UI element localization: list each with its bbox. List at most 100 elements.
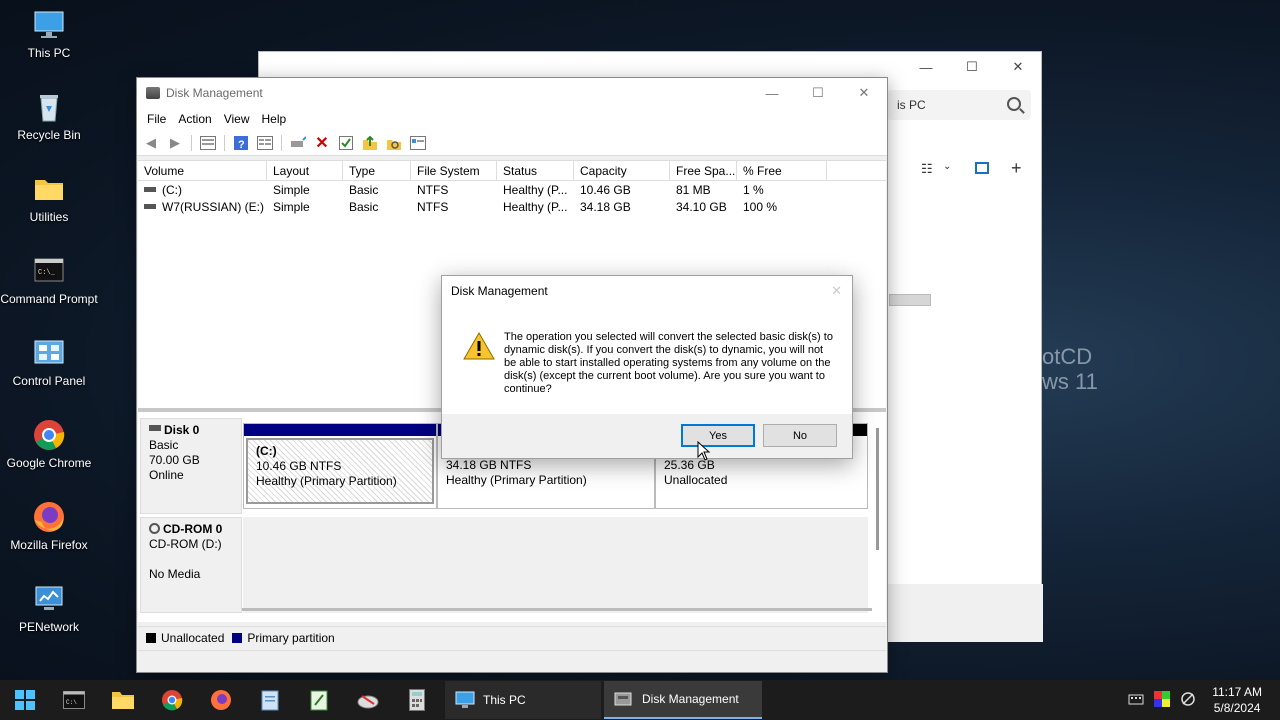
explorer-search-box[interactable]: is PC	[887, 90, 1031, 120]
taskbar-disk-tool[interactable]	[343, 680, 392, 720]
table-row[interactable]: W7(RUSSIAN) (E:) Simple Basic NTFS Healt…	[138, 198, 886, 215]
desktop-icon-this-pc[interactable]: This PC	[0, 8, 98, 61]
system-tray: 11:17 AM 5/8/2024	[1128, 680, 1280, 720]
folder-search-icon[interactable]	[384, 133, 404, 153]
disk-0-label[interactable]: Disk 0 Basic 70.00 GB Online	[140, 418, 242, 514]
taskbar-task-this-pc[interactable]: This PC	[445, 681, 601, 719]
taskbar-chrome[interactable]	[147, 680, 196, 720]
network-status-icon[interactable]	[1180, 691, 1196, 710]
start-button[interactable]	[0, 680, 49, 720]
forward-arrow-icon[interactable]: ▶	[165, 133, 185, 153]
table-row[interactable]: (C:) Simple Basic NTFS Healthy (P... 10.…	[138, 181, 886, 198]
folder-up-icon[interactable]	[360, 133, 380, 153]
menu-help[interactable]: Help	[256, 112, 293, 126]
folder-icon	[111, 692, 134, 709]
column-free-space[interactable]: Free Spa...	[670, 161, 737, 180]
volume-fs: NTFS	[417, 183, 449, 197]
column-volume[interactable]: Volume	[138, 161, 267, 180]
connect-drive-icon[interactable]	[288, 133, 308, 153]
taskbar-terminal[interactable]: C:\	[49, 680, 98, 720]
disk-0-type: Basic	[149, 438, 179, 452]
explorer-progress-bar	[889, 294, 931, 306]
clock-date: 5/8/2024	[1213, 701, 1261, 715]
partition-name: (C:)	[256, 444, 277, 458]
desktop-icon-mozilla-firefox[interactable]: Mozilla Firefox	[0, 500, 98, 553]
volume-free: 34.10 GB	[676, 200, 727, 214]
partition-status: Healthy (Primary Partition)	[446, 473, 587, 487]
desktop-icon-label: Recycle Bin	[17, 128, 81, 142]
window-titlebar[interactable]: Disk Management — ☐ ✕	[137, 78, 887, 108]
desktop-icon-utilities[interactable]: Utilities	[0, 172, 98, 225]
explorer-toolbar: ☷ ⌄ +	[887, 154, 1043, 184]
legend-swatch	[232, 632, 243, 643]
column-percent-free[interactable]: % Free	[737, 161, 827, 180]
keyboard-icon[interactable]	[1128, 692, 1144, 709]
desktop-icon-command-prompt[interactable]: C:\_ Command Prompt	[0, 254, 98, 307]
warning-icon	[463, 331, 495, 360]
document-edit-icon	[310, 690, 327, 711]
close-icon[interactable]: ✕	[831, 283, 842, 299]
clock[interactable]: 11:17 AM 5/8/2024	[1212, 684, 1262, 716]
window-title: Disk Management	[166, 86, 263, 100]
cd-drive-icon	[149, 523, 160, 534]
calculator-icon	[408, 689, 425, 711]
chevron-down-icon[interactable]: ⌄	[943, 161, 951, 172]
column-capacity[interactable]: Capacity	[574, 161, 670, 180]
taskbar-file-explorer[interactable]	[98, 680, 147, 720]
partition-status: Healthy (Primary Partition)	[256, 474, 397, 488]
check-icon[interactable]	[336, 133, 356, 153]
close-icon[interactable]: ✕	[841, 78, 887, 108]
disk-pane-hscrollbar[interactable]	[242, 608, 872, 611]
maximize-icon[interactable]: ☐	[949, 52, 995, 82]
yes-button[interactable]: Yes	[681, 424, 755, 447]
menu-view[interactable]: View	[218, 112, 256, 126]
partition-status: Unallocated	[664, 473, 728, 487]
desktop-icon-control-panel[interactable]: Control Panel	[0, 336, 98, 389]
recycle-bin-icon	[32, 90, 66, 124]
menu-action[interactable]: Action	[172, 112, 217, 126]
no-button[interactable]: No	[763, 424, 837, 447]
details-pane-icon[interactable]	[975, 162, 989, 174]
column-status[interactable]: Status	[497, 161, 574, 180]
properties-icon[interactable]	[255, 133, 275, 153]
menu-file[interactable]: File	[141, 112, 172, 126]
view-options-icon[interactable]: ☷	[921, 161, 933, 177]
volume-name: (C:)	[162, 183, 182, 197]
drive-icon	[144, 204, 156, 209]
explorer-search-input[interactable]: is PC	[897, 98, 926, 112]
console-tree-icon[interactable]	[198, 133, 218, 153]
taskbar-firefox[interactable]	[196, 680, 245, 720]
display-color-icon[interactable]	[1154, 690, 1171, 710]
cdrom-0-name: CD-ROM 0	[163, 522, 223, 536]
add-icon[interactable]: +	[1011, 158, 1022, 179]
partition-c[interactable]: (C:) 10.46 GB NTFS Healthy (Primary Part…	[243, 423, 437, 509]
minimize-icon[interactable]: —	[903, 52, 949, 82]
column-layout[interactable]: Layout	[267, 161, 343, 180]
view-icon[interactable]	[408, 133, 428, 153]
desktop-icon-penetwork[interactable]: PENetwork	[0, 582, 98, 635]
taskbar-calculator[interactable]	[392, 680, 441, 720]
help-icon[interactable]: ?	[231, 133, 251, 153]
disk-0-size: 70.00 GB	[149, 453, 200, 467]
cdrom-0-label[interactable]: CD-ROM 0 CD-ROM (D:) No Media	[140, 517, 242, 613]
column-file-system[interactable]: File System	[411, 161, 497, 180]
task-label: Disk Management	[642, 692, 739, 706]
dialog-titlebar[interactable]: Disk Management ✕	[442, 276, 852, 306]
cdrom-0-drive: CD-ROM (D:)	[149, 537, 222, 551]
desktop-icon-google-chrome[interactable]: Google Chrome	[0, 418, 98, 471]
dialog-title: Disk Management	[451, 284, 548, 298]
taskbar-notepad[interactable]	[245, 680, 294, 720]
minimize-icon[interactable]: —	[749, 78, 795, 108]
svg-text:?: ?	[238, 139, 245, 151]
delete-icon[interactable]: ✕	[312, 133, 332, 153]
taskbar-editor[interactable]	[294, 680, 343, 720]
column-type[interactable]: Type	[343, 161, 411, 180]
back-arrow-icon[interactable]: ◀	[141, 133, 161, 153]
close-icon[interactable]: ✕	[995, 52, 1041, 82]
disk-pane-scrollbar[interactable]	[876, 428, 879, 550]
maximize-icon[interactable]: ☐	[795, 78, 841, 108]
desktop-icon-recycle-bin[interactable]: Recycle Bin	[0, 90, 98, 143]
network-icon	[32, 582, 66, 616]
confirm-dialog[interactable]: Disk Management ✕ The operation you sele…	[441, 275, 853, 459]
taskbar-task-disk-management[interactable]: Disk Management	[604, 681, 762, 719]
